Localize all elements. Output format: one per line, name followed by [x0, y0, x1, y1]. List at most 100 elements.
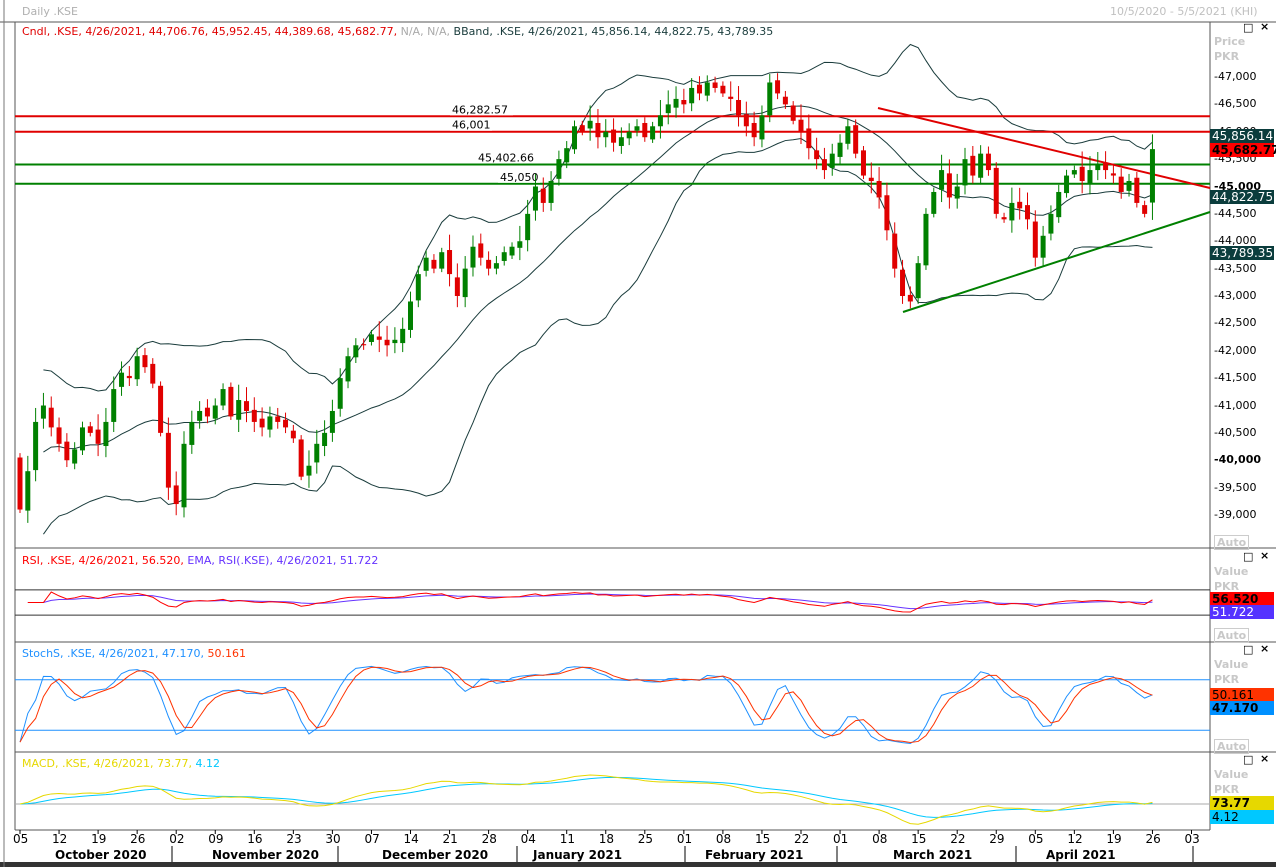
date-label: 18 — [598, 832, 615, 846]
rsi-maximize-icon[interactable]: □ — [1243, 550, 1253, 563]
candle-body — [548, 181, 554, 203]
bb-lower-badge: 43,789.35 — [1210, 246, 1274, 260]
price-tick: -44,500 — [1214, 206, 1257, 220]
candle-body — [408, 301, 413, 330]
bb-mid-badge: 44,822.75 — [1210, 190, 1274, 204]
candle-body — [595, 122, 601, 138]
stoch-maximize-icon[interactable]: □ — [1243, 643, 1253, 656]
candle-body — [751, 122, 757, 138]
candle-body — [907, 294, 913, 302]
candle-body — [681, 99, 687, 105]
candle-body — [611, 129, 617, 143]
candle-body — [1032, 221, 1038, 258]
stoch-auto-button[interactable]: Auto — [1214, 739, 1250, 754]
candle-body — [79, 427, 85, 451]
rsi-auto-button[interactable]: Auto — [1214, 628, 1250, 643]
candle-body — [712, 82, 718, 88]
macd-legend-text: MACD, .KSE, 4/26/2021, 73.77, — [22, 757, 192, 770]
maximize-icon[interactable]: □ — [1243, 21, 1253, 34]
macd-maximize-icon[interactable]: □ — [1243, 753, 1253, 766]
candle-body — [1103, 162, 1109, 171]
candle-body — [923, 213, 929, 266]
date-label: 30 — [325, 832, 341, 846]
bollinger-upper — [43, 43, 1153, 392]
candle-body — [728, 96, 734, 99]
axis-ccy-label: PKR — [1214, 50, 1240, 63]
candle-body — [204, 407, 210, 417]
candle-body — [978, 153, 984, 178]
date-label: 25 — [637, 832, 654, 846]
candle-body — [1024, 205, 1030, 220]
candle-body — [486, 259, 492, 269]
candle-body — [353, 345, 359, 358]
date-label: 02 — [169, 832, 185, 846]
candle-body — [736, 99, 742, 116]
candle-body — [900, 269, 906, 296]
candle-body — [1017, 201, 1023, 209]
candle-body — [876, 181, 882, 198]
candle-body — [790, 105, 796, 121]
candle-body — [837, 142, 843, 157]
date-label: 15 — [911, 832, 927, 846]
candle-body — [478, 243, 484, 258]
candle-body — [665, 104, 671, 114]
candle-body — [915, 263, 921, 299]
candle-legend: Cndl, .KSE, 4/26/2021, 44,706.76, 45,952… — [22, 25, 398, 38]
candle-body — [345, 356, 351, 382]
candle-body — [259, 418, 265, 428]
candle-body — [306, 465, 312, 476]
date-label: 01 — [676, 832, 693, 846]
candle-body — [868, 177, 874, 182]
month-label: February 2021 — [705, 848, 804, 862]
date-label: 11 — [559, 832, 575, 846]
candle-body — [454, 277, 460, 296]
candle-body — [173, 485, 179, 505]
rsi-legend-text: RSI, .KSE, 4/26/2021, 56.520, — [22, 554, 184, 567]
rsi-axis-value: Value — [1214, 565, 1249, 578]
rsi-close-icon[interactable]: × — [1260, 549, 1269, 562]
candle-body — [72, 449, 78, 464]
macd-close-icon[interactable]: × — [1260, 752, 1269, 765]
candle-body — [884, 195, 890, 231]
candle-body — [56, 427, 62, 444]
candle-body — [931, 191, 937, 214]
candle-body — [33, 421, 39, 471]
candle-body — [993, 167, 999, 214]
candle-body — [650, 126, 656, 140]
level-label: 46,282.57 — [452, 103, 508, 116]
stoch-close-icon[interactable]: × — [1260, 642, 1269, 655]
stoch-k-badge: 47.170 — [1210, 701, 1274, 715]
axis-price-label: Price — [1214, 35, 1246, 48]
candle-body — [603, 131, 609, 138]
candle-body — [103, 421, 109, 447]
candle-body — [556, 159, 562, 179]
level-label: 46,001 — [452, 119, 491, 132]
candle-body — [1048, 213, 1054, 234]
candle-body — [814, 150, 820, 160]
price-tick: -39,000 — [1214, 508, 1257, 521]
stoch-d-legend-text: 50.161 — [207, 647, 247, 660]
date-label: 22 — [794, 832, 810, 846]
price-tick: -43,500 — [1214, 261, 1257, 275]
date-label: 07 — [364, 832, 380, 846]
auto-scale-button[interactable]: Auto — [1214, 535, 1250, 550]
rsi-badge: 56.520 — [1210, 592, 1274, 606]
price-tick: -39,500 — [1214, 480, 1257, 494]
candle-body — [657, 115, 663, 127]
rsi-line — [27, 591, 1153, 613]
close-icon[interactable]: × — [1260, 20, 1269, 33]
rsi-ema-badge: 51.722 — [1210, 605, 1274, 619]
candle-body — [759, 115, 765, 140]
date-label: 12 — [1067, 832, 1083, 846]
date-label: 26 — [1145, 832, 1161, 846]
candle-body — [423, 257, 429, 271]
month-label: October 2020 — [55, 848, 147, 862]
candle-body — [376, 336, 382, 340]
candle-body — [1134, 177, 1140, 203]
candle-body — [579, 125, 585, 132]
stoch-legend: StochS, .KSE, 4/26/2021, 47.170, 50.161 — [22, 647, 246, 660]
candle-body — [860, 150, 866, 176]
candle-body — [267, 416, 273, 430]
candle-body — [493, 263, 499, 269]
date-label: 09 — [208, 832, 224, 846]
